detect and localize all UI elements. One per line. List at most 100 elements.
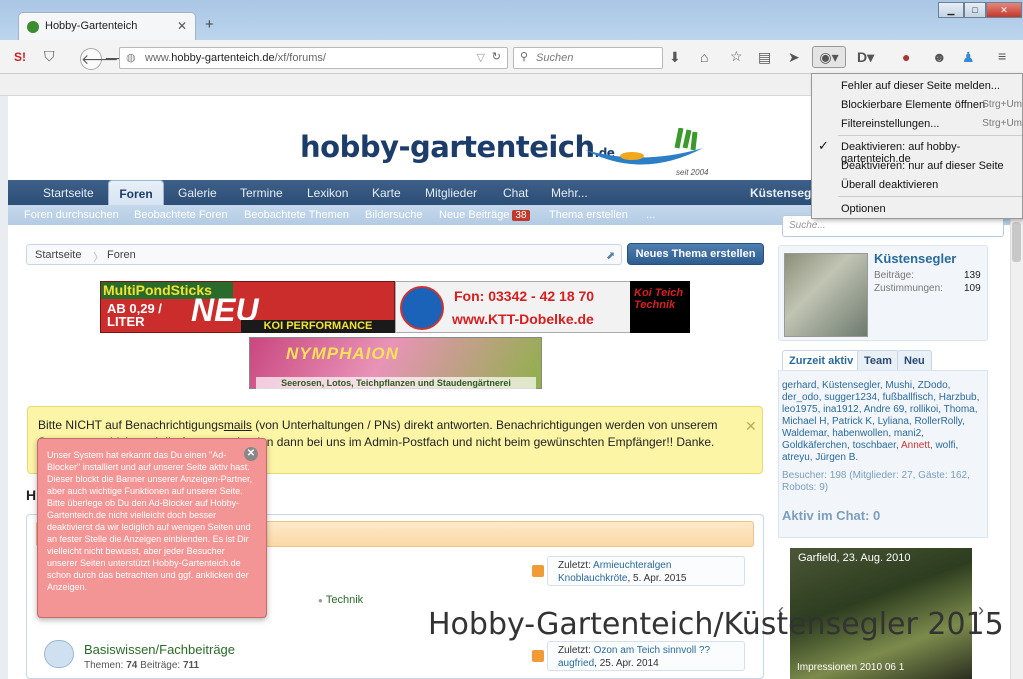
nav-tab-mehr[interactable]: Mehr... xyxy=(551,186,588,200)
notice-link[interactable]: mails xyxy=(224,418,252,432)
search-input[interactable]: ⚲ Suchen xyxy=(513,47,663,69)
koi-teich-technik-ad[interactable]: Koi Teich Technik xyxy=(630,281,690,333)
menu-item-options[interactable]: Optionen xyxy=(841,203,886,215)
subnav-thema-erstellen[interactable]: Thema erstellen xyxy=(549,209,628,221)
last-post-user[interactable]: augfried xyxy=(558,658,594,669)
browser-tab[interactable]: Hobby-Gartenteich ✕ xyxy=(18,12,196,42)
adblock-dropdown-menu: Fehler auf dieser Seite melden... Blocki… xyxy=(811,73,1023,219)
menu-item-disable-page[interactable]: Deaktivieren: nur auf dieser Seite xyxy=(841,160,1004,172)
last-post-title[interactable]: Armieuchteralgen xyxy=(593,560,671,571)
reload-icon[interactable]: ↻ xyxy=(492,50,501,63)
menu-item-report[interactable]: Fehler auf dieser Seite melden... xyxy=(841,80,1000,92)
back-button[interactable]: 🡐 xyxy=(80,48,119,70)
extension-d-icon[interactable]: D▾ xyxy=(857,49,874,65)
tab-zurzeit-aktiv[interactable]: Zurzeit aktiv xyxy=(782,350,861,370)
new-tab-button[interactable]: + xyxy=(205,16,214,33)
notification-icon[interactable]: ♟ xyxy=(962,49,975,65)
chat-bubble-icon[interactable]: ☻ xyxy=(932,49,947,65)
ad-website: www.KTT-Dobelke.de xyxy=(452,311,594,327)
new-posts-badge: 38 xyxy=(512,210,530,221)
site-favicon-icon xyxy=(27,21,39,33)
reading-list-icon[interactable]: ▤ xyxy=(758,49,771,65)
breadcrumb-foren[interactable]: Foren xyxy=(107,249,136,261)
online-users-list[interactable]: gerhard, Küstensegler, Mushi, ZDodo, der… xyxy=(782,380,986,464)
search-icon: ⚲ xyxy=(520,51,529,63)
menu-shortcut: Strg+Um xyxy=(982,99,1022,110)
koi-logo-icon xyxy=(400,286,444,330)
breadcrumb-startseite[interactable]: Startseite xyxy=(35,249,81,261)
menu-shortcut: Strg+Um xyxy=(982,118,1022,129)
forum-heading: H xyxy=(26,487,37,503)
subnav-neue-beitraege-label: Neue Beiträge xyxy=(439,209,510,221)
maximize-button[interactable]: □ xyxy=(964,2,986,18)
rss-icon[interactable] xyxy=(532,565,544,577)
dropdown-icon[interactable]: ▽ xyxy=(477,51,485,64)
notice-close-icon[interactable]: ✕ xyxy=(745,418,757,435)
forum-stats: Themen: 74 Beiträge: 711 xyxy=(84,660,199,671)
close-window-button[interactable]: ✕ xyxy=(986,2,1022,18)
nymphaion-ad[interactable]: NYMPHAION Seerosen, Lotos, Teichpflanzen… xyxy=(249,337,542,389)
nav-tab-termine[interactable]: Termine xyxy=(240,186,283,200)
posts-count: 139 xyxy=(964,270,981,281)
menu-item-filters[interactable]: Filtereinstellungen... xyxy=(841,118,939,130)
nav-tab-galerie[interactable]: Galerie xyxy=(178,186,217,200)
last-post-user[interactable]: Knoblauchkröte xyxy=(558,573,628,584)
send-icon[interactable]: ➤ xyxy=(788,49,800,65)
subnav-foren-durchsuchen[interactable]: Foren durchsuchen xyxy=(24,209,119,221)
nav-tab-mitglieder[interactable]: Mitglieder xyxy=(425,186,477,200)
subnav-beobachtete-foren[interactable]: Beobachtete Foren xyxy=(134,209,228,221)
bookmark-star-icon[interactable]: ☆ xyxy=(730,48,743,64)
last-post-date: , 5. Apr. 2015 xyxy=(627,573,687,584)
rss-icon[interactable] xyxy=(532,650,544,662)
extension-s-icon[interactable]: S! xyxy=(14,49,26,65)
extension-color-icon[interactable]: ● xyxy=(902,49,910,65)
new-thread-button[interactable]: Neues Thema erstellen xyxy=(627,243,764,265)
hamburger-menu-icon[interactable]: ≡ xyxy=(998,48,1006,64)
share-link-icon[interactable]: ⬈ xyxy=(606,249,615,262)
popup-close-icon[interactable]: ✕ xyxy=(244,447,258,461)
menu-item-disable-all[interactable]: Überall deaktivieren xyxy=(841,179,938,191)
breadcrumb-separator-icon: 〉 xyxy=(93,252,104,264)
download-icon[interactable]: ⬇ xyxy=(669,49,681,65)
url-bar[interactable]: ◍ www.hobby-gartenteich.de/xf/forums/ ▽ … xyxy=(119,47,508,69)
multipondsticks-ad[interactable]: MultiPondSticks AB 0,29 /LITER NEU KOI P… xyxy=(100,281,395,333)
online-user-admin[interactable]: Annett xyxy=(901,440,930,451)
shield-icon[interactable]: ⛉ xyxy=(44,48,55,64)
menu-separator xyxy=(838,196,1022,197)
nav-tab-foren[interactable]: Foren xyxy=(108,180,164,206)
ktt-ad[interactable]: Fon: 03342 - 42 18 70 www.KTT-Dobelke.de xyxy=(395,281,635,333)
menu-item-blockable[interactable]: Blockierbare Elemente öffnen xyxy=(841,99,985,111)
sidebar-username[interactable]: Küstensegler xyxy=(874,251,956,266)
nav-tab-chat[interactable]: Chat xyxy=(503,186,528,200)
breadcrumb: Startseite 〉 Foren ⬈ xyxy=(26,244,622,265)
subnav-bildersuche[interactable]: Bildersuche xyxy=(365,209,422,221)
nav-tab-lexikon[interactable]: Lexikon xyxy=(307,186,348,200)
subforum-link[interactable]: Technik xyxy=(318,594,363,606)
site-logo[interactable]: hobby-gartenteich.de xyxy=(300,130,615,164)
last-post-box[interactable]: Zuletzt: Armieuchteralgen Knoblauchkröte… xyxy=(532,556,745,586)
last-post-title[interactable]: Ozon am Teich sinnvoll ?? xyxy=(594,645,711,656)
ad-price: AB 0,29 /LITER xyxy=(107,302,162,328)
avatar[interactable] xyxy=(784,253,868,337)
forum-title[interactable]: Basiswissen/Fachbeiträge xyxy=(84,642,235,657)
photo-caption: Garfield, 23. Aug. 2010 xyxy=(798,552,911,564)
scrollbar-thumb[interactable] xyxy=(1012,222,1021,262)
home-icon[interactable]: ⌂ xyxy=(700,49,708,65)
url-domain: hobby-gartenteich.de xyxy=(171,52,275,64)
nav-tab-startseite[interactable]: Startseite xyxy=(43,186,94,200)
search-placeholder: Suchen xyxy=(536,52,574,64)
nav-tab-karte[interactable]: Karte xyxy=(372,186,401,200)
close-tab-icon[interactable]: ✕ xyxy=(177,19,187,33)
ad-nymphaion-title: NYMPHAION xyxy=(286,344,399,363)
minimize-button[interactable]: ▁ xyxy=(938,2,964,18)
chat-status[interactable]: Aktiv im Chat: 0 xyxy=(782,508,880,523)
tab-team[interactable]: Team xyxy=(857,350,899,370)
tab-neu[interactable]: Neu xyxy=(897,350,932,370)
adblock-menu-button[interactable]: ◉▾ xyxy=(812,46,846,68)
subnav-more[interactable]: ... xyxy=(646,209,655,221)
forum-threads-count: 74 xyxy=(126,660,138,671)
subnav-beobachtete-themen[interactable]: Beobachtete Themen xyxy=(244,209,349,221)
menu-separator xyxy=(838,135,1022,136)
last-post-box[interactable]: Zuletzt: Ozon am Teich sinnvoll ?? augfr… xyxy=(532,641,745,671)
subnav-neue-beitraege[interactable]: Neue Beiträge 38 xyxy=(439,209,530,221)
